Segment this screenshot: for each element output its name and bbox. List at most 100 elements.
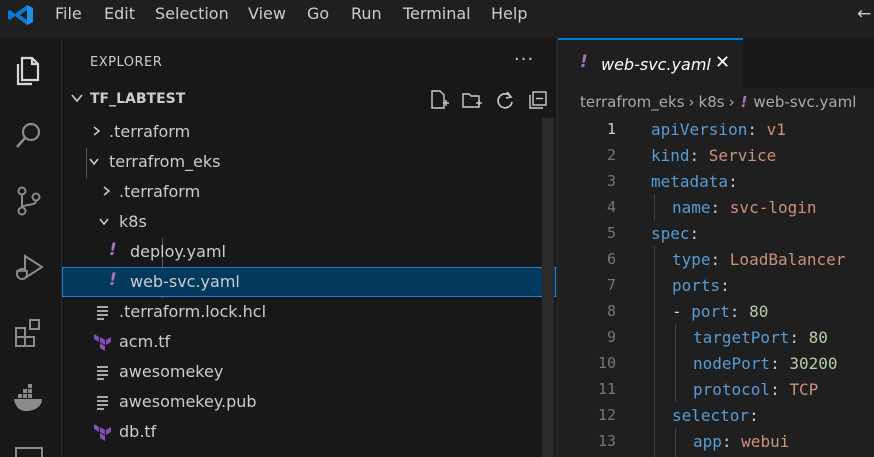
yaml-key: apiVersion <box>651 120 748 139</box>
extensions-icon[interactable] <box>12 316 46 350</box>
yaml-key: targetPort <box>693 328 790 347</box>
line-number: 5 <box>606 224 616 242</box>
tree-item-db-tf[interactable]: db.tf <box>62 417 556 447</box>
code-content: type: LoadBalancer <box>672 250 846 269</box>
explorer-icon[interactable] <box>12 54 46 88</box>
new-file-icon[interactable] <box>428 89 450 111</box>
line-number: 2 <box>606 146 616 164</box>
tree-item-terrafrom-eks[interactable]: terrafrom_eks <box>62 147 556 177</box>
explorer-scrollbar[interactable] <box>542 118 554 457</box>
code-line: 3 metadata: <box>558 169 874 195</box>
menu-selection[interactable]: Selection <box>155 4 229 23</box>
terraform-icon <box>94 334 111 351</box>
docker-icon[interactable] <box>12 382 46 416</box>
tree-item-label: web-svc.yaml <box>130 272 240 291</box>
collapse-all-icon[interactable] <box>527 89 549 111</box>
tree-item-k8s[interactable]: k8s <box>62 207 556 237</box>
chevron-right-icon <box>103 186 111 196</box>
close-icon[interactable]: ✕ <box>715 52 730 73</box>
yaml-key: ports <box>672 276 721 295</box>
code-line: 6 type: LoadBalancer <box>558 247 874 273</box>
terraform-icon <box>94 424 111 441</box>
code-content: metadata: <box>651 172 738 191</box>
yaml-value: webui <box>741 432 790 451</box>
source-control-icon[interactable] <box>12 184 46 218</box>
breadcrumb-item[interactable]: web-svc.yaml <box>753 93 856 111</box>
code-content: spec: <box>651 224 700 243</box>
code-content: targetPort: 80 <box>693 328 828 347</box>
tree-item-label: terrafrom_eks <box>109 152 221 171</box>
code-line: 10 nodePort: 30200 <box>558 351 874 377</box>
yaml-key: port <box>691 302 730 321</box>
code-content: apiVersion: v1 <box>651 120 786 139</box>
editor-tab-bar: ! web-svc.yaml ✕ <box>558 38 874 88</box>
tree-item-label: awesomekey <box>119 362 224 381</box>
run-debug-icon[interactable] <box>12 250 46 284</box>
tree-item-deploy-yaml[interactable]: ! deploy.yaml <box>62 237 556 267</box>
chevron-right-icon: › <box>728 93 735 111</box>
tree-item-terraform-nested[interactable]: .terraform <box>62 177 556 207</box>
search-icon[interactable] <box>12 118 46 152</box>
menu-view[interactable]: View <box>248 4 286 23</box>
tree-item-terraform-lock[interactable]: .terraform.lock.hcl <box>62 297 556 327</box>
yaml-value: Service <box>708 146 777 165</box>
tree-item-label: k8s <box>119 212 147 231</box>
code-line: 9 targetPort: 80 <box>558 325 874 351</box>
tree-item-awesomekey-pub[interactable]: awesomekey.pub <box>62 387 556 417</box>
code-content: ports: <box>672 276 730 295</box>
tree-item-label: .terraform <box>109 122 191 141</box>
yaml-value: 80 <box>808 328 828 347</box>
code-content: kind: Service <box>651 146 777 165</box>
line-number: 4 <box>606 198 616 216</box>
breadcrumb-item[interactable]: terrafrom_eks <box>580 93 685 111</box>
tree-item-terraform-folder[interactable]: .terraform <box>62 117 556 147</box>
menu-go[interactable]: Go <box>307 4 329 23</box>
menu-help[interactable]: Help <box>491 4 527 23</box>
chevron-down-icon <box>89 158 99 166</box>
refresh-icon[interactable] <box>494 89 516 111</box>
code-line: 13 app: webui <box>558 429 874 455</box>
yaml-key: metadata <box>651 172 729 191</box>
chevron-down-icon <box>71 94 83 103</box>
yaml-key: selector <box>672 406 750 425</box>
yaml-key: name <box>672 198 711 217</box>
editor-area: ! web-svc.yaml ✕ terrafrom_eks › k8s ›! web-… <box>557 38 874 457</box>
code-content: app: webui <box>693 432 790 451</box>
vscode-logo-icon[interactable] <box>6 3 36 27</box>
tree-item-acm-tf[interactable]: acm.tf <box>62 327 556 357</box>
line-number: 3 <box>606 172 616 190</box>
more-actions-button[interactable]: ··· <box>514 49 534 70</box>
yaml-file-icon: ! <box>109 270 117 290</box>
yaml-value: 80 <box>749 302 769 321</box>
yaml-file-icon: ! <box>740 93 748 111</box>
tree-item-label: deploy.yaml <box>130 242 226 261</box>
tree-item-awesomekey[interactable]: awesomekey <box>62 357 556 387</box>
back-arrow-icon[interactable]: ← <box>857 4 871 24</box>
yaml-file-icon: ! <box>109 240 117 260</box>
line-number: 1 <box>606 120 616 138</box>
workspace-root[interactable]: TF_LABTEST <box>68 89 548 113</box>
menu-run[interactable]: Run <box>351 4 382 23</box>
breadcrumb: terrafrom_eks › k8s ›! web-svc.yaml <box>580 93 856 115</box>
explorer-title: EXPLORER <box>90 55 163 70</box>
tab-web-svc-yaml[interactable]: ! web-svc.yaml ✕ <box>558 38 743 88</box>
new-folder-icon[interactable] <box>461 89 483 111</box>
menu-terminal[interactable]: Terminal <box>403 4 471 23</box>
file-lines-icon <box>97 366 108 380</box>
explorer-panel: EXPLORER ··· TF_LABTEST .terraform terra… <box>62 38 556 457</box>
code-line: 11 protocol: TCP <box>558 377 874 403</box>
line-number: 6 <box>606 250 616 268</box>
yaml-file-icon: ! <box>580 52 588 72</box>
code-line: 7 ports: <box>558 273 874 299</box>
code-content: - port: 80 <box>672 302 769 321</box>
tree-item-web-svc-yaml[interactable]: ! web-svc.yaml <box>62 267 556 297</box>
breadcrumb-item[interactable]: k8s <box>699 93 725 111</box>
menu-file[interactable]: File <box>55 4 82 23</box>
yaml-value: svc-login <box>729 198 817 217</box>
tree-item-label: .terraform <box>119 182 201 201</box>
line-number: 9 <box>606 328 616 346</box>
chevron-down-icon <box>99 218 109 226</box>
menu-edit[interactable]: Edit <box>104 4 135 23</box>
code-line: 12 selector: <box>558 403 874 429</box>
remote-explorer-icon[interactable] <box>12 444 46 457</box>
